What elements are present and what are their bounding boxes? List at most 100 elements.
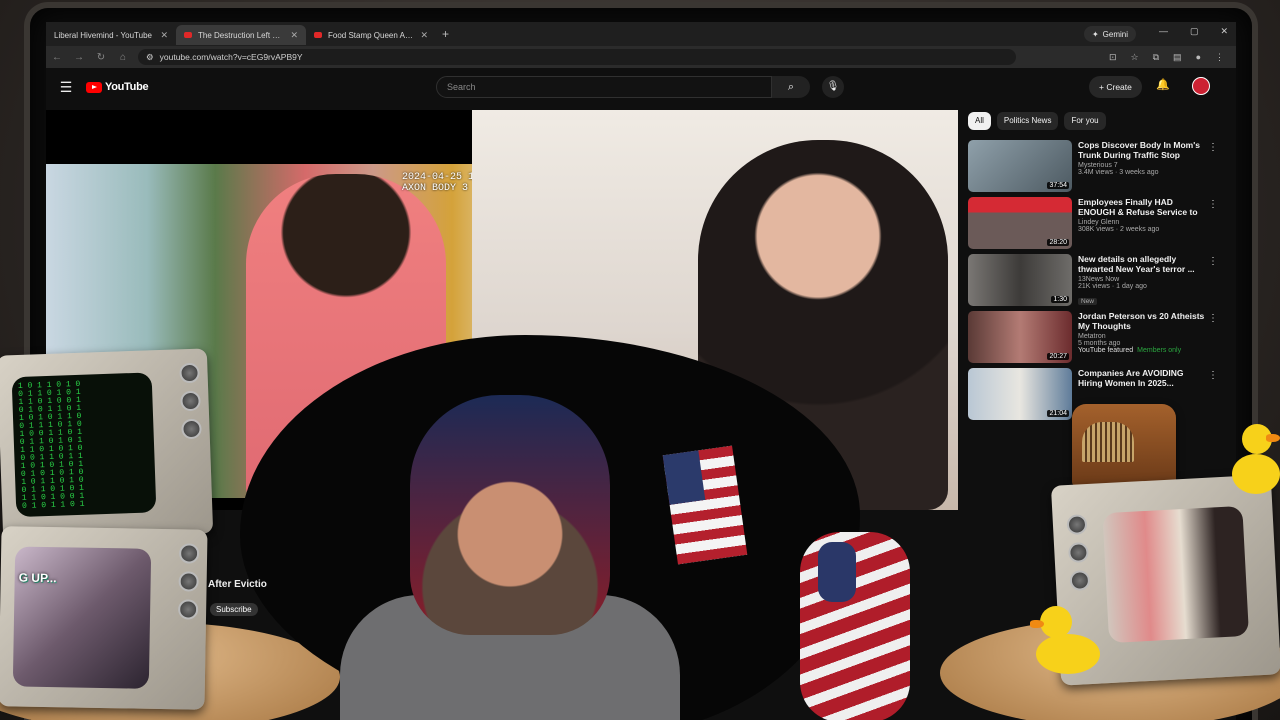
back-icon[interactable]: ←	[46, 52, 68, 63]
microphone-icon[interactable]: 🎙	[822, 76, 844, 98]
channel-name[interactable]: Mysterious 7	[1078, 162, 1206, 169]
avatar[interactable]	[1192, 77, 1210, 95]
video-thumbnail[interactable]: 21:04	[968, 368, 1072, 420]
video-title[interactable]: Companies Are AVOIDING Hiring Women In 2…	[1078, 368, 1206, 388]
tv-knob-icon	[177, 599, 199, 620]
search-input[interactable]: Search	[436, 76, 772, 98]
tv-screen-video	[1102, 505, 1250, 644]
new-badge: New	[1078, 298, 1098, 305]
duration-badge: 37:54	[1047, 182, 1069, 189]
video-title[interactable]: Employees Finally HAD ENOUGH & Refuse Se…	[1078, 197, 1206, 217]
extensions-icon[interactable]: ⧉	[1153, 52, 1159, 63]
recommendations-list: 37:54 Cops Discover Body In Mom's Trunk …	[968, 140, 1218, 425]
create-button[interactable]: + Create	[1089, 76, 1142, 98]
stream-scene: Liberal Hivemind - YouTube ✕ The Destruc…	[0, 0, 1280, 720]
chip-all[interactable]: All	[968, 112, 991, 130]
gemini-button[interactable]: ✦ Gemini	[1083, 26, 1136, 42]
duration-badge: 21:04	[1047, 410, 1069, 417]
chip-politics-news[interactable]: Politics News	[996, 112, 1059, 130]
gemini-label: Gemini	[1102, 29, 1128, 39]
bookmark-star-icon[interactable]: ☆	[1131, 52, 1139, 63]
video-title-overlay: After Evictio	[208, 579, 267, 590]
video-title[interactable]: Jordan Peterson vs 20 Atheists My Though…	[1078, 311, 1206, 331]
video-thumbnail[interactable]: 28:20	[968, 197, 1072, 249]
duration-badge: 20:27	[1047, 353, 1069, 360]
tv-knob-icon	[179, 362, 200, 384]
duration-badge: 1:30	[1051, 296, 1069, 303]
youtube-favicon-icon	[314, 32, 322, 38]
url-field[interactable]: ⚙ youtube.com/watch?v=cEG9rvAPB9Y	[138, 49, 1016, 65]
install-icon[interactable]: ⊡	[1109, 52, 1117, 63]
url-text: youtube.com/watch?v=cEG9rvAPB9Y	[159, 52, 303, 62]
tab-food-stamp-queen[interactable]: Food Stamp Queen ARRESTED ✕	[306, 25, 436, 45]
channel-name[interactable]: 13News Now	[1078, 276, 1206, 283]
video-meta: 21K views · 1 day ago	[1078, 283, 1147, 290]
tab-destruction-left-behind[interactable]: The Destruction Left Behind ✕	[176, 25, 306, 45]
tv-screen-clip: G UP...	[12, 546, 152, 689]
video-thumbnail[interactable]: 20:27	[968, 311, 1072, 363]
home-icon[interactable]: ⌂	[112, 52, 134, 63]
retro-tv-left-bottom: G UP...	[0, 526, 208, 710]
close-tab-icon[interactable]: ✕	[420, 30, 428, 41]
logo-text: YouTube	[105, 81, 149, 93]
more-actions-icon[interactable]: ⋮	[1208, 256, 1218, 267]
recommendation-item[interactable]: 1:30 New details on allegedly thwarted N…	[968, 254, 1218, 311]
video-thumbnail[interactable]: 1:30	[968, 254, 1072, 306]
tv-screen-matrix: 1 0 1 1 0 1 0 0 1 1 0 1 0 1 1 1 0 1 0 0 …	[11, 372, 157, 518]
rubber-duck-right-top	[1228, 410, 1280, 498]
tv-knob-icon	[1066, 514, 1088, 536]
notifications-bell-icon[interactable]: 🔔	[1156, 78, 1170, 91]
chip-for-you[interactable]: For you	[1064, 112, 1106, 130]
flag-microphone	[800, 532, 910, 720]
members-only-badge: Members only	[1137, 347, 1182, 354]
plus-icon: +	[1099, 82, 1104, 92]
hamburger-menu-icon[interactable]: ☰	[46, 79, 86, 96]
video-meta: 5 months ago	[1078, 340, 1121, 347]
recommendation-item[interactable]: 37:54 Cops Discover Body In Mom's Trunk …	[968, 140, 1218, 197]
streamer-head	[410, 395, 610, 635]
video-meta: 308K views · 2 weeks ago	[1078, 226, 1160, 233]
tv-knob-icon	[1067, 542, 1089, 564]
featured-line: YouTube featured Members only	[1078, 347, 1206, 354]
youtube-favicon-icon	[184, 32, 192, 38]
maximize-icon[interactable]: ▢	[1190, 26, 1199, 37]
sidepanel-icon[interactable]: ▤	[1173, 52, 1182, 63]
close-window-icon[interactable]: ✕	[1220, 26, 1228, 37]
reload-icon[interactable]: ↻	[90, 52, 112, 63]
tab-title: Liberal Hivemind - YouTube	[54, 30, 152, 40]
site-info-icon[interactable]: ⚙	[146, 52, 154, 63]
recommendation-chips: All Politics News For you	[968, 112, 1106, 130]
channel-name[interactable]: Metatron	[1078, 333, 1206, 340]
search-icon[interactable]: ⌕	[772, 76, 810, 98]
address-bar: ← → ↻ ⌂ ⚙ youtube.com/watch?v=cEG9rvAPB9…	[46, 46, 1236, 68]
close-tab-icon[interactable]: ✕	[160, 30, 168, 41]
tv-knob-icon	[1069, 569, 1091, 592]
more-actions-icon[interactable]: ⋮	[1208, 370, 1218, 381]
channel-name[interactable]: Lindey Glenn	[1078, 219, 1206, 226]
tv-knob-icon	[180, 390, 201, 412]
video-meta: 3.4M views · 3 weeks ago	[1078, 169, 1159, 176]
youtube-logo[interactable]: YouTube	[86, 81, 149, 93]
profile-icon[interactable]: ●	[1196, 52, 1201, 63]
more-actions-icon[interactable]: ⋮	[1208, 142, 1218, 153]
tab-bar: Liberal Hivemind - YouTube ✕ The Destruc…	[46, 22, 1236, 46]
minimize-icon[interactable]: —	[1159, 26, 1168, 37]
window-controls: — ▢ ✕	[1159, 26, 1228, 37]
tab-liberal-hivemind[interactable]: Liberal Hivemind - YouTube ✕	[46, 25, 176, 45]
subscribe-button[interactable]: Subscribe	[210, 603, 258, 616]
tv-caption: G UP...	[18, 570, 57, 586]
more-actions-icon[interactable]: ⋮	[1208, 313, 1218, 324]
recommendation-item[interactable]: 28:20 Employees Finally HAD ENOUGH & Ref…	[968, 197, 1218, 254]
youtube-header: ☰ YouTube Search ⌕ 🎙 + Create 🔔	[46, 68, 1236, 106]
close-tab-icon[interactable]: ✕	[290, 30, 298, 41]
new-tab-icon[interactable]: +	[442, 27, 449, 41]
duration-badge: 28:20	[1047, 239, 1069, 246]
menu-kebab-icon[interactable]: ⋮	[1215, 52, 1224, 63]
video-thumbnail[interactable]: 37:54	[968, 140, 1072, 192]
forward-icon[interactable]: →	[68, 52, 90, 63]
rubber-duck-bottom	[1030, 602, 1106, 678]
recommendation-item[interactable]: 20:27 Jordan Peterson vs 20 Atheists My …	[968, 311, 1218, 368]
video-title[interactable]: Cops Discover Body In Mom's Trunk During…	[1078, 140, 1206, 160]
video-title[interactable]: New details on allegedly thwarted New Ye…	[1078, 254, 1206, 274]
more-actions-icon[interactable]: ⋮	[1208, 199, 1218, 210]
